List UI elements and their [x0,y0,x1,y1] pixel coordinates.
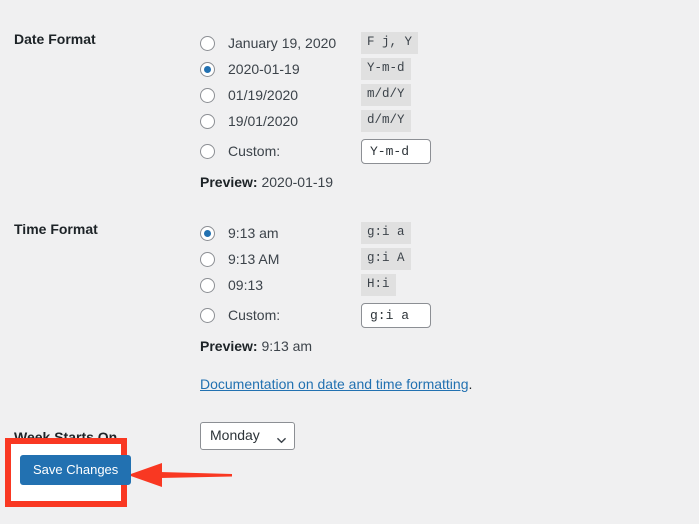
time-format-row: Time Format 9:13 am g:i a 9:13 AM g:i A … [0,220,699,392]
date-format-option-0-label: January 19, 2020 [228,35,337,51]
time-format-option-1-code: g:i A [361,248,411,270]
date-format-options: January 19, 2020 F j, Y 2020-01-19 Y-m-d… [200,30,699,190]
time-format-option-0[interactable]: 9:13 am g:i a [200,220,699,246]
date-format-option-3-code: d/m/Y [361,110,411,132]
time-format-option-2-label: 09:13 [228,277,264,293]
week-starts-on-field: Monday [200,422,699,453]
documentation-link-suffix: . [468,376,473,392]
week-starts-on-value: Monday [210,427,260,443]
date-format-option-1[interactable]: 2020-01-19 Y-m-d [200,56,699,82]
date-format-custom-label: Custom: [228,143,281,159]
date-format-custom-input[interactable] [361,138,431,164]
date-format-label: Date Format [14,31,96,47]
radio-icon-time-0[interactable] [200,225,215,241]
date-format-preview-key: Preview: [200,174,258,190]
time-format-custom-label: Custom: [228,307,281,323]
radio-icon-date-3[interactable] [200,113,215,129]
time-format-option-1-label: 9:13 AM [228,251,280,267]
date-format-preview-value: 2020-01-19 [261,174,334,190]
radio-icon-time-custom[interactable] [200,307,215,323]
radio-icon-date-2[interactable] [200,87,215,103]
time-format-option-0-label: 9:13 am [228,225,279,241]
time-format-custom-input[interactable] [361,302,431,328]
annotation-arrow-left-icon [128,462,236,488]
time-format-option-1[interactable]: 9:13 AM g:i A [200,246,699,272]
date-time-settings-form: Date Format January 19, 2020 F j, Y 2020… [0,0,699,453]
time-format-options: 9:13 am g:i a 9:13 AM g:i A 09:13 H:i Cu… [200,220,699,392]
time-format-option-0-code: g:i a [361,222,411,244]
date-format-option-custom[interactable]: Custom: [200,134,699,168]
time-format-preview-value: 9:13 am [261,338,313,354]
chevron-down-icon [277,432,286,444]
radio-icon-date-1[interactable] [200,61,215,77]
time-format-option-2-code: H:i [361,274,396,296]
documentation-link[interactable]: Documentation on date and time formattin… [200,376,469,392]
time-format-preview-key: Preview: [200,338,258,354]
date-format-option-2-code: m/d/Y [361,84,411,106]
date-format-preview: Preview: 2020-01-19 [200,174,699,190]
date-format-option-0[interactable]: January 19, 2020 F j, Y [200,30,699,56]
date-format-option-3-label: 19/01/2020 [228,113,299,129]
date-format-row: Date Format January 19, 2020 F j, Y 2020… [0,30,699,190]
time-format-option-2[interactable]: 09:13 H:i [200,272,699,298]
time-format-option-custom[interactable]: Custom: [200,298,699,332]
date-format-option-2[interactable]: 01/19/2020 m/d/Y [200,82,699,108]
time-format-preview: Preview: 9:13 am [200,338,699,354]
documentation-link-wrap: Documentation on date and time formattin… [200,376,699,392]
week-starts-on-select[interactable]: Monday [200,422,295,450]
time-format-label: Time Format [14,221,98,237]
save-changes-button[interactable]: Save Changes [20,455,132,485]
date-format-option-1-code: Y-m-d [361,58,411,80]
radio-icon-time-1[interactable] [200,251,215,267]
radio-icon-time-2[interactable] [200,277,215,293]
radio-icon-date-custom[interactable] [200,143,215,159]
date-format-option-2-label: 01/19/2020 [228,87,299,103]
date-format-option-0-code: F j, Y [361,32,419,54]
radio-icon-date-0[interactable] [200,35,215,51]
save-changes-wrap: Save Changes [20,455,132,485]
date-format-option-3[interactable]: 19/01/2020 d/m/Y [200,108,699,134]
date-format-option-1-label: 2020-01-19 [228,61,300,77]
